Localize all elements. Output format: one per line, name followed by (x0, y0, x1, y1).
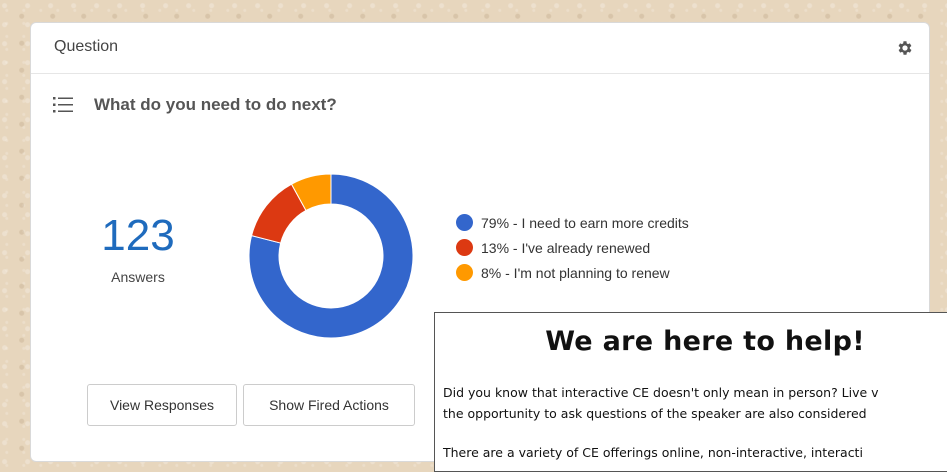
answers-count: 123 (101, 211, 175, 260)
help-popup: We are here to help! Did you know that i… (434, 312, 947, 472)
question-text: What do you need to do next? (94, 95, 337, 114)
legend-item: 13% - I've already renewed (456, 235, 689, 260)
card-header: Question (31, 23, 929, 74)
donut-chart (248, 173, 414, 339)
legend-item: 79% - I need to earn more credits (456, 210, 689, 235)
legend-swatch (456, 239, 473, 256)
chart-legend: 79% - I need to earn more credits 13% - … (456, 210, 689, 285)
legend-swatch (456, 264, 473, 281)
popup-text-line: Did you know that interactive CE doesn't… (443, 385, 879, 400)
view-responses-button[interactable]: View Responses (87, 384, 237, 426)
legend-label: 79% - I need to earn more credits (481, 214, 689, 231)
popup-heading: We are here to help! (545, 326, 865, 357)
popup-text-line: There are a variety of CE offerings onli… (443, 445, 863, 460)
show-fired-actions-button[interactable]: Show Fired Actions (243, 384, 415, 426)
legend-item: 8% - I'm not planning to renew (456, 260, 689, 285)
legend-label: 8% - I'm not planning to renew (481, 264, 670, 281)
popup-text-line: the opportunity to ask questions of the … (443, 406, 867, 421)
list-icon (53, 97, 73, 113)
gear-icon[interactable] (896, 39, 914, 57)
answers-label: Answers (111, 269, 165, 285)
legend-label: 13% - I've already renewed (481, 239, 651, 256)
legend-swatch (456, 214, 473, 231)
card-title: Question (54, 38, 119, 55)
